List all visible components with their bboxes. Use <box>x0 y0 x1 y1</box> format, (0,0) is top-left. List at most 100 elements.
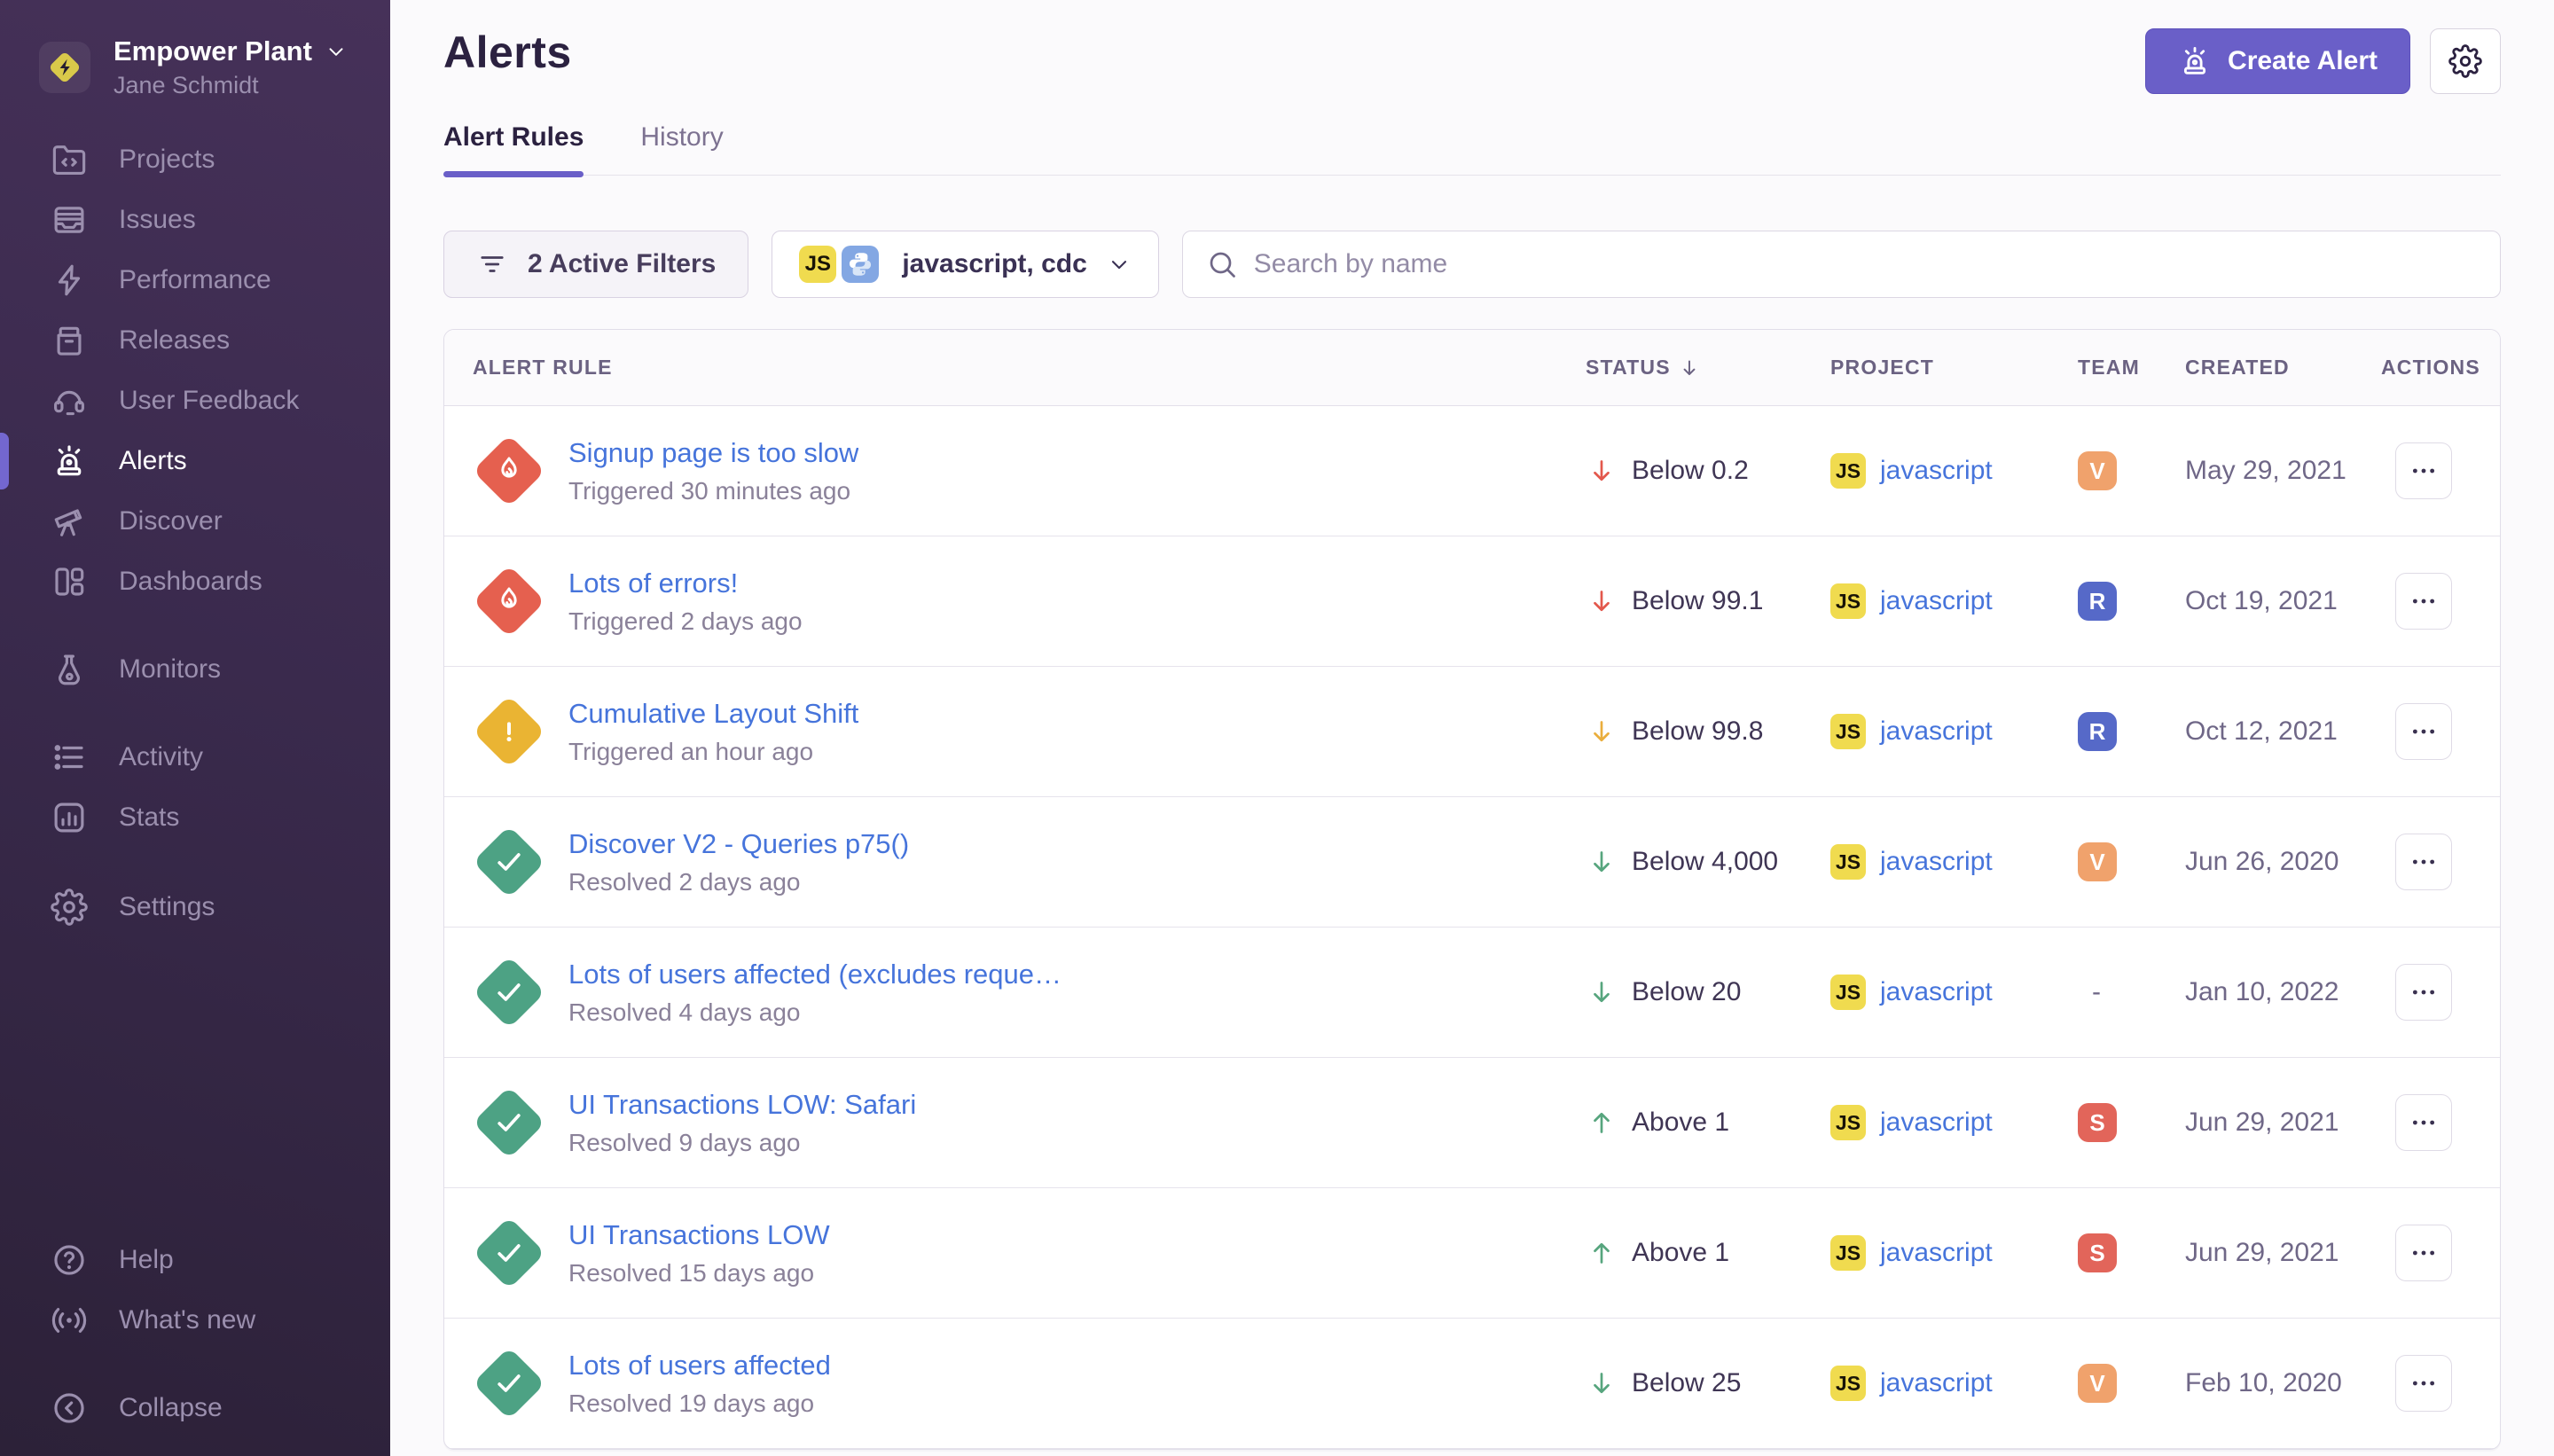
sidebar-item-discover[interactable]: Discover <box>0 491 390 552</box>
sidebar-item-label: Monitors <box>119 654 221 685</box>
resolved-diamond <box>473 1086 545 1159</box>
sidebar-item-label: Issues <box>119 205 196 235</box>
sidebar-item-collapse[interactable]: Collapse <box>0 1378 390 1438</box>
column-header-status[interactable]: Status <box>1586 356 1830 380</box>
sidebar-item-projects[interactable]: Projects <box>0 129 390 190</box>
created-date: Feb 10, 2020 <box>2185 1368 2381 1398</box>
alert-rule-link[interactable]: Cumulative Layout Shift <box>568 698 858 730</box>
sidebar: Empower Plant Jane Schmidt Projects Issu… <box>0 0 390 1456</box>
project-selector[interactable]: JS javascript, cdc <box>772 231 1158 298</box>
created-date: Jan 10, 2022 <box>2185 977 2381 1007</box>
arrow-down-icon <box>1586 1367 1618 1399</box>
tab-alert-rules[interactable]: Alert Rules <box>443 122 584 175</box>
status-threshold: Below 99.8 <box>1632 716 1763 747</box>
search-icon <box>1206 248 1238 280</box>
alert-rule-link[interactable]: Lots of users affected (excludes reque… <box>568 959 1062 990</box>
ellipsis-icon <box>2409 586 2439 616</box>
sidebar-item-label: Releases <box>119 325 230 356</box>
sidebar-item-issues[interactable]: Issues <box>0 190 390 250</box>
project-link[interactable]: javascript <box>1880 716 1993 747</box>
alert-rule-status-text: Resolved 2 days ago <box>568 868 909 896</box>
status-threshold: Below 99.1 <box>1632 586 1763 616</box>
active-filters-button[interactable]: 2 Active Filters <box>443 231 748 298</box>
org-user-name: Jane Schmidt <box>114 72 348 99</box>
javascript-icon: JS <box>1830 975 1866 1010</box>
alert-rule-status-text: Resolved 4 days ago <box>568 998 1062 1027</box>
sidebar-item-user-feedback[interactable]: User Feedback <box>0 371 390 431</box>
tab-bar: Alert Rules History <box>443 122 2501 176</box>
alert-rule-link[interactable]: Discover V2 - Queries p75() <box>568 828 909 860</box>
created-date: Jun 29, 2021 <box>2185 1238 2381 1268</box>
status-threshold: Below 4,000 <box>1632 847 1778 877</box>
sidebar-item-label: Activity <box>119 742 203 772</box>
chevron-down-icon <box>325 40 348 63</box>
project-link[interactable]: javascript <box>1880 847 1993 877</box>
sidebar-item-settings[interactable]: Settings <box>0 877 390 937</box>
flame-icon <box>491 583 527 619</box>
javascript-icon: JS <box>1830 453 1866 489</box>
alert-rule-link[interactable]: UI Transactions LOW <box>568 1219 830 1251</box>
row-actions-button[interactable] <box>2395 964 2452 1021</box>
alert-rule-link[interactable]: UI Transactions LOW: Safari <box>568 1089 916 1121</box>
column-header-alert-rule: Alert Rule <box>444 356 1586 380</box>
search-input[interactable] <box>1254 249 2477 279</box>
row-actions-button[interactable] <box>2395 834 2452 890</box>
releases-icon <box>51 322 88 359</box>
org-switcher[interactable]: Empower Plant Jane Schmidt <box>0 0 390 99</box>
discover-icon <box>51 503 88 540</box>
project-link[interactable]: javascript <box>1880 1238 1993 1268</box>
sidebar-item-stats[interactable]: Stats <box>0 787 390 848</box>
alerts-settings-button[interactable] <box>2430 28 2501 94</box>
created-date: Oct 12, 2021 <box>2185 716 2381 747</box>
project-link[interactable]: javascript <box>1880 456 1993 486</box>
sort-descending-icon <box>1678 356 1701 380</box>
row-actions-button[interactable] <box>2395 1094 2452 1151</box>
sidebar-item-what-s-new[interactable]: What's new <box>0 1290 390 1350</box>
sidebar-item-label: Discover <box>119 506 223 536</box>
sidebar-item-monitors[interactable]: Monitors <box>0 639 390 700</box>
sidebar-item-help[interactable]: Help <box>0 1230 390 1290</box>
filter-icon <box>476 248 508 280</box>
user-feedback-icon <box>51 382 88 419</box>
create-alert-button[interactable]: Create Alert <box>2145 28 2410 94</box>
performance-icon <box>51 262 88 299</box>
alert-rule-link[interactable]: Lots of users affected <box>568 1350 831 1382</box>
row-actions-button[interactable] <box>2395 1355 2452 1412</box>
tab-history[interactable]: History <box>640 122 723 175</box>
alert-rule-link[interactable]: Signup page is too slow <box>568 437 858 469</box>
row-actions-button[interactable] <box>2395 442 2452 499</box>
issues-icon <box>51 201 88 239</box>
project-link[interactable]: javascript <box>1880 1368 1993 1398</box>
table-row: Discover V2 - Queries p75() Resolved 2 d… <box>444 797 2500 928</box>
team-avatar: V <box>2078 1364 2117 1403</box>
sidebar-item-releases[interactable]: Releases <box>0 310 390 371</box>
sidebar-item-label: User Feedback <box>119 386 299 416</box>
stats-icon <box>51 799 88 836</box>
chevron-down-icon <box>1107 252 1132 277</box>
sidebar-item-dashboards[interactable]: Dashboards <box>0 552 390 612</box>
ellipsis-icon <box>2409 716 2439 747</box>
siren-icon <box>2178 44 2212 78</box>
row-actions-button[interactable] <box>2395 573 2452 630</box>
sidebar-item-label: Dashboards <box>119 567 262 597</box>
python-icon <box>842 246 879 283</box>
sidebar-item-activity[interactable]: Activity <box>0 727 390 787</box>
status-threshold: Below 20 <box>1632 977 1741 1007</box>
team-avatar: S <box>2078 1103 2117 1142</box>
sidebar-item-performance[interactable]: Performance <box>0 250 390 310</box>
ellipsis-icon <box>2409 847 2439 877</box>
alerts-icon <box>51 442 88 480</box>
project-link[interactable]: javascript <box>1880 586 1993 616</box>
created-date: Jun 26, 2020 <box>2185 847 2381 877</box>
table-row: Lots of users affected Resolved 19 days … <box>444 1319 2500 1449</box>
project-link[interactable]: javascript <box>1880 1108 1993 1138</box>
arrow-down-icon <box>1586 716 1618 748</box>
row-actions-button[interactable] <box>2395 703 2452 760</box>
arrow-up-icon <box>1586 1237 1618 1269</box>
sidebar-item-alerts[interactable]: Alerts <box>0 431 390 491</box>
javascript-icon: JS <box>1830 844 1866 880</box>
project-link[interactable]: javascript <box>1880 977 1993 1007</box>
row-actions-button[interactable] <box>2395 1225 2452 1281</box>
alert-rule-link[interactable]: Lots of errors! <box>568 568 803 599</box>
page-title: Alerts <box>443 27 572 78</box>
